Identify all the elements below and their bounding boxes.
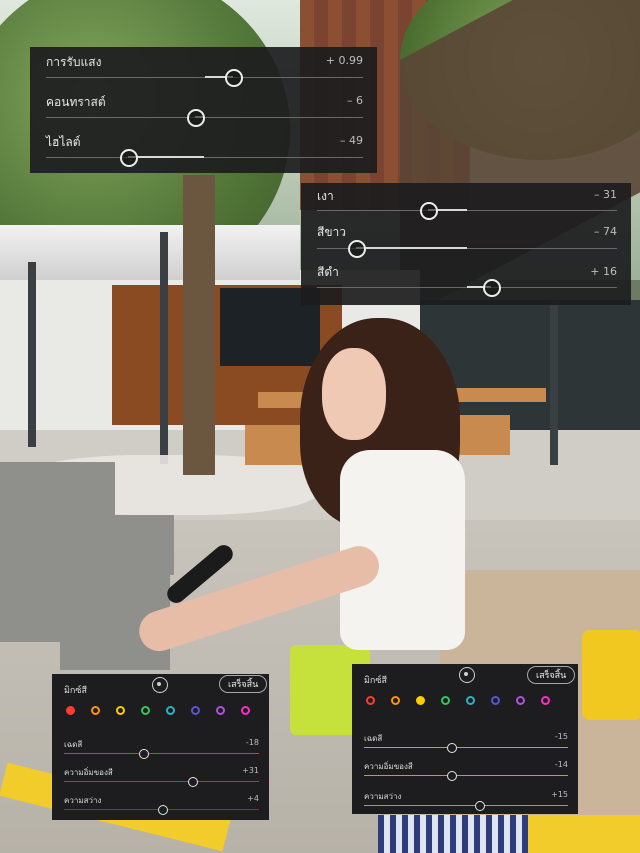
concrete-stool xyxy=(112,515,174,575)
mixer-title: มิกซ์สี xyxy=(64,686,87,696)
color-swatch-6[interactable] xyxy=(216,706,225,715)
girl-face xyxy=(322,348,386,440)
slider-shadows[interactable]: เงา – 31 xyxy=(301,183,631,223)
slider-knob[interactable] xyxy=(138,749,149,759)
slider-highlights[interactable]: ไฮไลต์ – 49 xyxy=(30,127,377,169)
slider-label: เฉดสี xyxy=(64,740,83,749)
pillar xyxy=(550,300,558,465)
color-swatch-7[interactable] xyxy=(541,696,550,705)
slider-track xyxy=(46,157,363,158)
slider-knob[interactable] xyxy=(186,109,205,127)
light-adjust-panel: การรับแสง + 0.99 คอนทราสต์ – 6 ไฮไลต์ – … xyxy=(30,47,377,173)
color-swatch-5[interactable] xyxy=(191,706,200,715)
slider-value: -14 xyxy=(554,760,568,769)
color-swatch-6[interactable] xyxy=(516,696,525,705)
slider-track xyxy=(317,210,617,211)
slider-blacks[interactable]: สีดำ + 16 xyxy=(301,263,631,303)
slider-label: ความสว่าง xyxy=(364,792,402,801)
target-adjust-icon[interactable] xyxy=(152,677,168,693)
slider-contrast[interactable]: คอนทราสต์ – 6 xyxy=(30,87,377,129)
slider-value: -15 xyxy=(554,732,568,741)
slider-value: – 74 xyxy=(594,225,617,238)
toy-truck xyxy=(582,630,640,720)
done-button[interactable]: เสร็จสิ้น xyxy=(219,675,268,693)
color-swatch-row xyxy=(366,696,566,705)
pillar xyxy=(160,232,168,464)
slider-fill xyxy=(356,247,467,249)
tone-adjust-panel: เงา – 31 สีขาว – 74 สีดำ + 16 xyxy=(301,183,631,305)
color-swatch-2[interactable] xyxy=(116,706,125,715)
slider-value: – 31 xyxy=(594,188,617,201)
slider-track xyxy=(64,753,259,754)
wooden-bench xyxy=(245,425,305,465)
slider-label: ความสว่าง xyxy=(64,796,102,805)
color-swatch-0[interactable] xyxy=(366,696,375,705)
metal-canopy xyxy=(0,225,300,280)
color-swatch-7[interactable] xyxy=(241,706,250,715)
pillar xyxy=(28,262,36,447)
color-swatch-4[interactable] xyxy=(166,706,175,715)
slider-knob[interactable] xyxy=(420,202,438,220)
tree-trunk xyxy=(183,175,215,475)
slider-knob[interactable] xyxy=(446,771,457,781)
slider-whites[interactable]: สีขาว – 74 xyxy=(301,223,631,263)
slider-label: คอนทราสต์ xyxy=(46,95,106,109)
color-swatch-row xyxy=(66,706,266,715)
color-swatch-2[interactable] xyxy=(416,696,425,705)
color-swatch-3[interactable] xyxy=(141,706,150,715)
slider-knob[interactable] xyxy=(120,149,139,167)
color-swatch-5[interactable] xyxy=(491,696,500,705)
slider-value: +4 xyxy=(247,794,259,803)
slider-track xyxy=(364,775,568,776)
slider-label: เงา xyxy=(317,189,334,203)
slider-knob[interactable] xyxy=(187,777,198,787)
slider-exposure[interactable]: การรับแสง + 0.99 xyxy=(30,47,377,89)
slider-track xyxy=(364,747,568,748)
slider-label: เฉดสี xyxy=(364,734,383,743)
color-mixer-panel-right: มิกซ์สี เสร็จสิ้น เฉดสี -15 ความอิ่มของส… xyxy=(352,664,578,814)
bike-frame xyxy=(520,815,640,853)
slider-label: การรับแสง xyxy=(46,55,102,69)
slider-knob[interactable] xyxy=(475,801,486,811)
color-swatch-3[interactable] xyxy=(441,696,450,705)
slider-value: – 6 xyxy=(347,94,363,107)
slider-value: + 16 xyxy=(590,265,617,278)
slider-knob[interactable] xyxy=(348,240,366,258)
slider-value: – 49 xyxy=(340,134,363,147)
slider-track xyxy=(364,805,568,806)
slider-label: ความอิ่มของสี xyxy=(64,768,113,777)
slider-label: ความอิ่มของสี xyxy=(364,762,413,771)
slider-knob[interactable] xyxy=(158,805,169,815)
slider-fill xyxy=(128,156,205,158)
mixer-title: มิกซ์สี xyxy=(364,676,387,686)
slider-value: +31 xyxy=(242,766,259,775)
done-button[interactable]: เสร็จสิ้น xyxy=(527,666,576,684)
slider-knob[interactable] xyxy=(225,69,244,87)
slider-value: -18 xyxy=(245,738,259,747)
color-mixer-panel-left: มิกซ์สี เสร็จสิ้น เฉดสี -18 ความอิ่มของส… xyxy=(52,674,269,820)
slider-track xyxy=(64,781,259,782)
color-swatch-4[interactable] xyxy=(466,696,475,705)
plaid-skirt xyxy=(378,815,528,853)
target-adjust-icon[interactable] xyxy=(459,667,475,683)
color-swatch-1[interactable] xyxy=(91,706,100,715)
slider-knob[interactable] xyxy=(446,743,457,753)
slider-knob[interactable] xyxy=(483,279,501,297)
color-swatch-1[interactable] xyxy=(391,696,400,705)
slider-label: สีขาว xyxy=(317,225,347,239)
color-swatch-0[interactable] xyxy=(66,706,75,715)
slider-label: ไฮไลต์ xyxy=(46,135,81,149)
slider-value: +15 xyxy=(551,790,568,799)
slider-label: สีดำ xyxy=(317,265,339,279)
slider-value: + 0.99 xyxy=(325,54,363,67)
